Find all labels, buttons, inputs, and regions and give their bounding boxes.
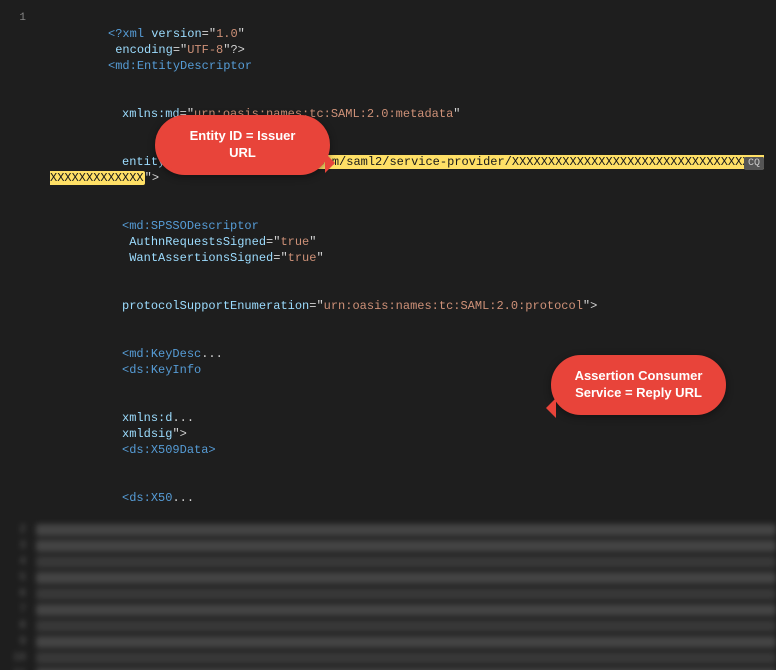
line-number <box>0 202 36 282</box>
line-number: 1 <box>0 10 36 90</box>
code-line-1b: xmlns:md="urn:oasis:names:tc:SAML:2.0:me… <box>0 90 776 138</box>
line-text: entityID="https://www.okta.com/saml2/ser… <box>36 138 776 202</box>
line-number <box>0 394 36 474</box>
line-text: <md:SPSSODescriptor AuthnRequestsSigned=… <box>36 202 776 282</box>
cq-badge: CQ <box>744 157 764 170</box>
line-number <box>0 138 36 202</box>
line-text: <?xml version="1.0" encoding="UTF-8"?> <… <box>36 10 776 90</box>
code-line-1: 1 <?xml version="1.0" encoding="UTF-8"?>… <box>0 10 776 90</box>
blurred-section: 2 3 4 5 6 7 8 9 10 11 <box>0 522 776 670</box>
code-line-spsso: <md:SPSSODescriptor AuthnRequestsSigned=… <box>0 202 776 282</box>
code-line-x509: <ds:X50... <box>0 474 776 522</box>
line-number <box>0 474 36 522</box>
code-content: 1 <?xml version="1.0" encoding="UTF-8"?>… <box>0 0 776 670</box>
code-line-entityid: entityID="https://www.okta.com/saml2/ser… <box>0 138 776 202</box>
line-text: protocolSupportEnumeration="urn:oasis:na… <box>36 282 776 330</box>
line-number <box>0 330 36 394</box>
line-text: xmlns:md="urn:oasis:names:tc:SAML:2.0:me… <box>36 90 776 138</box>
code-viewer: 1 <?xml version="1.0" encoding="UTF-8"?>… <box>0 0 776 670</box>
annotation-entity-id: Entity ID = Issuer URL <box>155 115 330 175</box>
line-number <box>0 282 36 330</box>
annotation-acs: Assertion Consumer Service = Reply URL <box>551 355 726 415</box>
line-number <box>0 90 36 138</box>
code-line-protocol: protocolSupportEnumeration="urn:oasis:na… <box>0 282 776 330</box>
line-text: <ds:X50... <box>36 474 776 522</box>
